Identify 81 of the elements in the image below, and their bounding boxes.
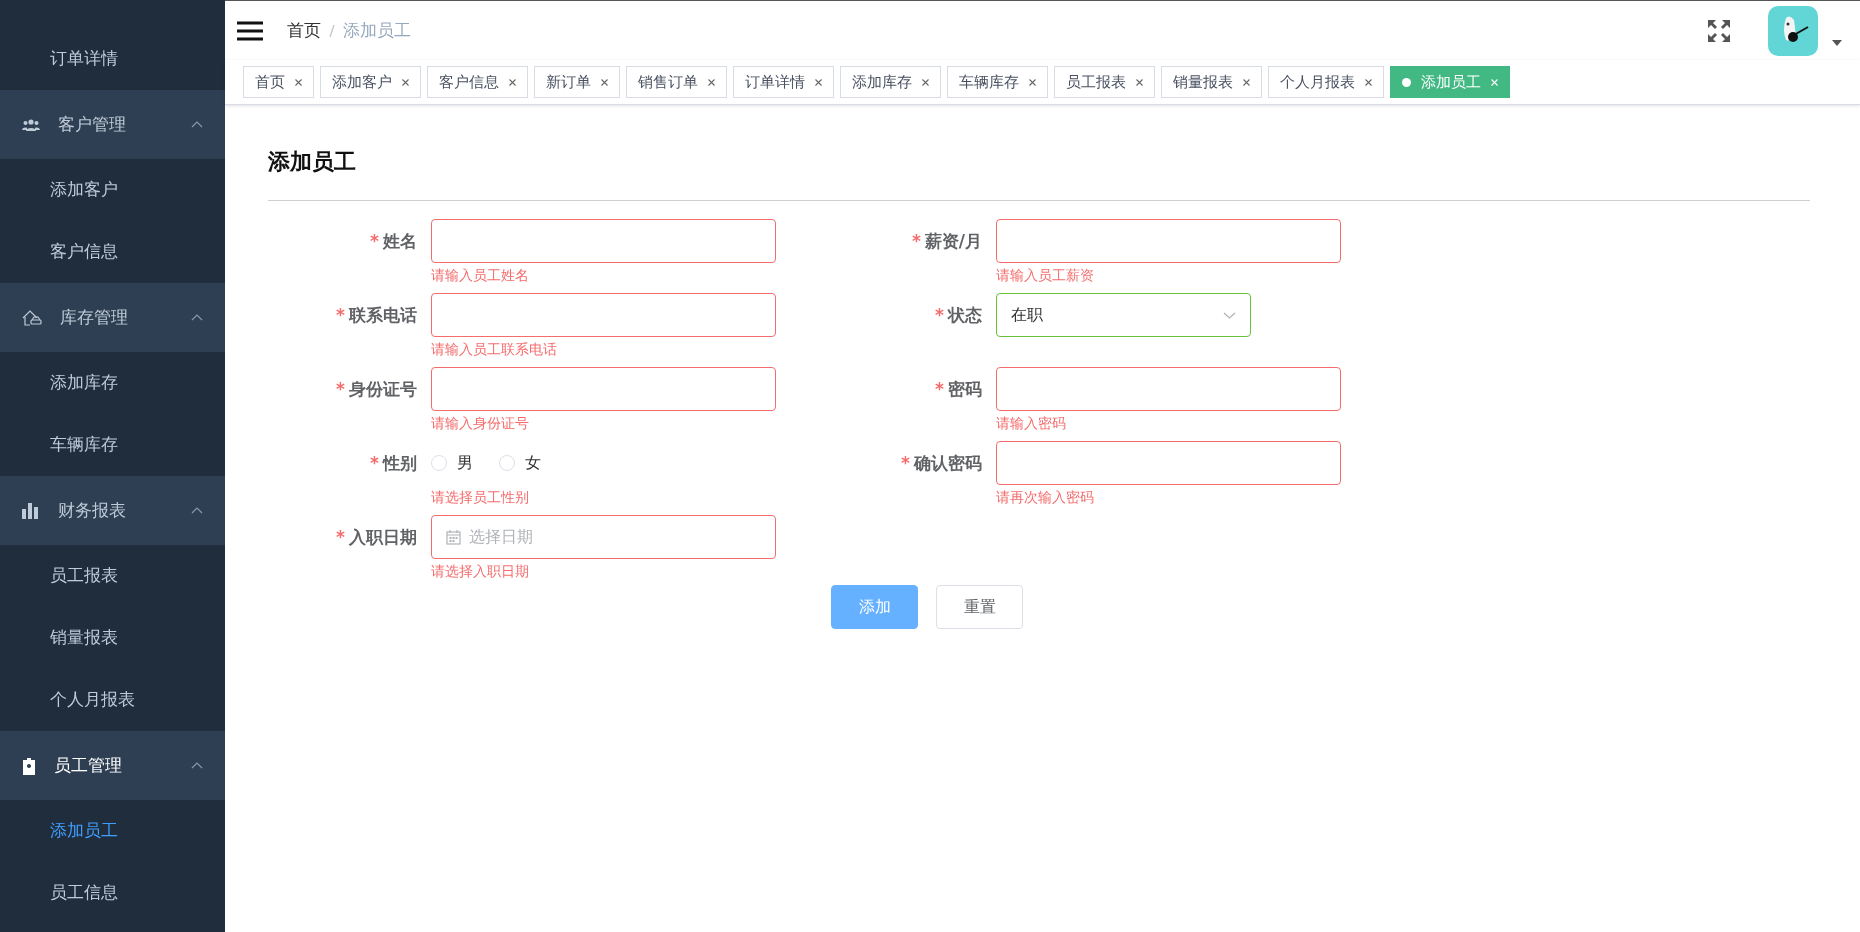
field-label: * 身份证号: [335, 378, 418, 401]
close-icon[interactable]: [815, 78, 822, 86]
tab[interactable]: 客户信息: [427, 66, 528, 98]
close-icon[interactable]: [1365, 78, 1372, 86]
close-icon[interactable]: [708, 78, 715, 86]
id-badge-icon: [22, 756, 36, 775]
close-icon[interactable]: [295, 78, 302, 86]
input-field[interactable]: [996, 441, 1341, 485]
tab[interactable]: 首页: [243, 66, 314, 98]
field-label: * 性别: [369, 452, 418, 475]
close-icon[interactable]: [1029, 78, 1036, 86]
tab[interactable]: 销量报表: [1161, 66, 1262, 98]
page-title: 添加员工: [268, 148, 357, 176]
people-icon: [22, 118, 40, 131]
tab[interactable]: 车辆库存: [947, 66, 1048, 98]
tab[interactable]: 员工报表: [1054, 66, 1155, 98]
input-field[interactable]: [431, 293, 776, 337]
error-message: 请输入员工姓名: [431, 266, 530, 282]
close-icon[interactable]: [922, 78, 929, 86]
close-icon[interactable]: [601, 78, 608, 86]
menu-group-header[interactable]: 客户管理: [0, 90, 225, 159]
tab[interactable]: 个人月报表: [1268, 66, 1384, 98]
menu-group-header[interactable]: 员工管理: [0, 731, 225, 800]
house-car-icon: [22, 309, 42, 326]
menu-item[interactable]: 销量报表: [0, 607, 225, 669]
menu-item[interactable]: 客户信息: [0, 221, 225, 283]
breadcrumb-current: 添加员工: [343, 18, 411, 42]
error-message: 请输入员工薪资: [996, 266, 1095, 282]
input-field[interactable]: [996, 219, 1341, 263]
input-field[interactable]: [996, 367, 1341, 411]
reset-button[interactable]: 重置: [936, 585, 1023, 629]
error-message: 请输入密码: [996, 414, 1067, 430]
close-icon[interactable]: [509, 78, 516, 86]
separator-icon: [329, 23, 335, 38]
close-icon[interactable]: [402, 78, 409, 86]
error-message: 请选择员工性别: [431, 488, 530, 504]
menu-item[interactable]: 添加客户: [0, 159, 225, 221]
field-label: * 姓名: [369, 230, 418, 253]
field-label: * 密码: [934, 378, 983, 401]
menu-item[interactable]: 车辆库存: [0, 414, 225, 476]
field-label: * 状态: [934, 304, 983, 327]
field-label: * 确认密码: [900, 452, 983, 475]
error-message: 请输入身份证号: [431, 414, 530, 430]
chevron-icon: [191, 507, 203, 514]
menu-item[interactable]: 员工报表: [0, 545, 225, 607]
menu-item[interactable]: 员工信息: [0, 862, 225, 924]
tab[interactable]: 订单详情: [733, 66, 834, 98]
calendar-icon: [446, 529, 461, 545]
select-field[interactable]: 在职: [996, 293, 1252, 337]
input-field[interactable]: [431, 219, 776, 263]
chevron-icon: [191, 121, 203, 128]
tab[interactable]: 添加客户: [320, 66, 421, 98]
tab[interactable]: 添加库存: [840, 66, 941, 98]
field-label: * 薪资/月: [910, 230, 983, 253]
tab[interactable]: 新订单: [534, 66, 620, 98]
chevron-down-icon: [1223, 311, 1237, 319]
input-field[interactable]: [431, 367, 776, 411]
menu-item[interactable]: 个人月报表: [0, 669, 225, 731]
menu-item[interactable]: 添加员工: [0, 800, 225, 862]
breadcrumb-link[interactable]: 首页: [287, 17, 321, 44]
field-label: * 入职日期: [335, 526, 418, 549]
chevron-icon: [191, 314, 203, 321]
menu-icon[interactable]: [237, 20, 263, 41]
radio-option[interactable]: 女: [499, 451, 541, 475]
tab[interactable]: 销售订单: [626, 66, 727, 98]
close-icon[interactable]: [1136, 78, 1143, 86]
error-message: 请选择入职日期: [431, 562, 530, 578]
menu-item[interactable]: 订单详情: [0, 28, 225, 90]
menu-group-header[interactable]: 库存管理: [0, 283, 225, 352]
fullscreen-icon[interactable]: [1708, 19, 1730, 42]
radio-option[interactable]: 男: [431, 451, 473, 475]
status-dot-icon: [1402, 77, 1411, 87]
close-icon[interactable]: [1243, 78, 1250, 86]
bar-chart-icon: [22, 502, 40, 519]
caret-down-icon[interactable]: [1832, 39, 1842, 46]
chevron-icon: [191, 762, 203, 769]
menu-item[interactable]: 添加库存: [0, 352, 225, 414]
error-message: 请输入员工联系电话: [431, 340, 558, 356]
error-message: 请再次输入密码: [996, 488, 1095, 504]
menu-group-header[interactable]: 财务报表: [0, 476, 225, 545]
field-label: * 联系电话: [335, 304, 418, 327]
